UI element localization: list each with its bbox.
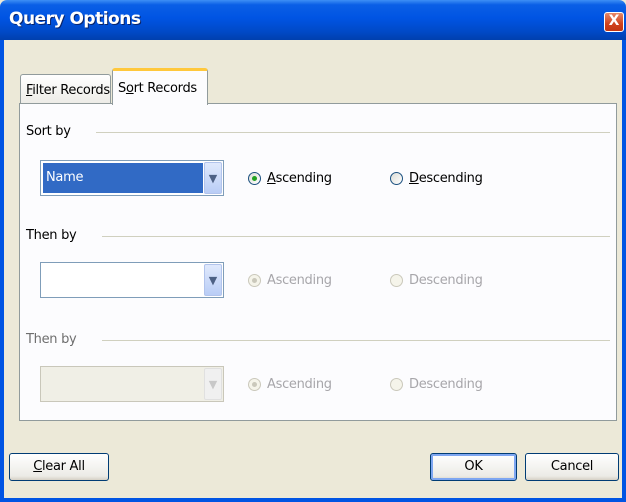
clear-all-label: lear All [42, 459, 85, 474]
then-by-2-ascending-label: Ascending [267, 377, 332, 392]
chevron-down-icon[interactable]: ▼ [204, 264, 222, 296]
then-by-1-descending-label: Descending [409, 273, 483, 288]
sort-by-text: ort by [33, 124, 71, 139]
sort-by-mnemonic: S [26, 124, 34, 139]
then-by-2-divider [102, 340, 610, 341]
tab-sort-records[interactable]: Sort Records [112, 68, 208, 105]
window-frame-left [0, 40, 4, 502]
then-by-2-text: y [69, 332, 77, 347]
window-title: Query Options [9, 9, 141, 29]
clear-all-button[interactable]: Clear All [9, 453, 109, 481]
sort-records-panel: Sort by Name ▼ Ascending Descending Then… [19, 103, 617, 421]
tab-sort-records-prefix: S [118, 81, 126, 96]
window-frame-bottom [0, 498, 626, 502]
radio-checked-icon [248, 274, 261, 287]
sort-by-ascending-radio[interactable]: Ascending [248, 171, 332, 186]
descending-text: escending [418, 171, 483, 186]
then-by-1-text: hen by [33, 228, 77, 243]
sort-by-descending-radio[interactable]: Descending [390, 171, 483, 186]
sort-by-label: Sort by [26, 124, 71, 139]
radio-checked-icon [248, 378, 261, 391]
radio-unchecked-icon [390, 274, 403, 287]
then-by-2-prefix: Then [26, 332, 62, 347]
tab-filter-records-label: ilter Records [32, 83, 110, 98]
then-by-1-divider [102, 236, 610, 237]
then-by-label-2: Then by [26, 332, 77, 347]
then-by-label-1: Then by [26, 228, 77, 243]
chevron-down-icon[interactable]: ▼ [204, 162, 222, 194]
then-by-1-mnemonic: T [26, 228, 34, 243]
then-by-2-descending-radio[interactable]: Descending [390, 377, 483, 392]
then-by-2-descending-label: Descending [409, 377, 483, 392]
radio-unchecked-icon [390, 378, 403, 391]
tab-filter-records[interactable]: Filter Records [20, 74, 111, 104]
then-by-2-mnemonic: b [61, 332, 70, 347]
ascending-text: scending [275, 171, 332, 186]
radio-unchecked-icon [390, 172, 403, 185]
chevron-down-icon[interactable]: ▼ [204, 368, 222, 400]
sort-by-dropdown[interactable]: Name ▼ [40, 160, 224, 196]
tab-sort-records-label: rt Records [133, 81, 198, 96]
then-by-1-descending-radio[interactable]: Descending [390, 273, 483, 288]
clear-all-mnemonic: C [33, 459, 42, 474]
sort-by-ascending-label: Ascending [267, 171, 332, 186]
ascending-mnemonic: A [267, 171, 276, 186]
window-frame-right [622, 40, 626, 502]
ok-button[interactable]: OK [430, 453, 517, 481]
sort-by-divider [96, 132, 610, 133]
sort-by-value: Name [43, 163, 203, 193]
radio-checked-icon [248, 172, 261, 185]
then-by-1-ascending-radio[interactable]: Ascending [248, 273, 332, 288]
cancel-button[interactable]: Cancel [525, 453, 619, 481]
then-by-1-dropdown[interactable]: ▼ [40, 262, 224, 298]
then-by-2-dropdown[interactable]: ▼ [40, 366, 224, 402]
then-by-2-ascending-radio[interactable]: Ascending [248, 377, 332, 392]
tab-sort-records-mnemonic: o [125, 81, 134, 96]
title-bar[interactable]: Query Options X [0, 0, 626, 40]
sort-by-descending-label: Descending [409, 171, 483, 186]
close-icon[interactable]: X [604, 12, 624, 32]
descending-mnemonic: D [409, 171, 419, 186]
then-by-1-ascending-label: Ascending [267, 273, 332, 288]
